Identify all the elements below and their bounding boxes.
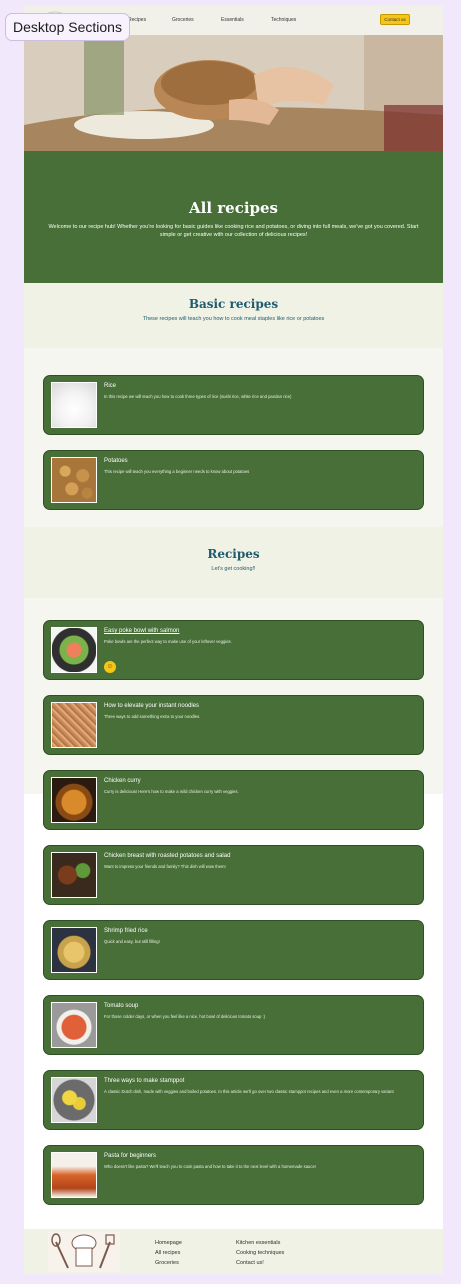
hero-image [24,35,443,151]
frame-label: Desktop Sections [5,13,130,41]
recipes-subtitle: Let's get cooking!! [211,566,256,572]
favorite-icon[interactable]: ☺ [104,661,116,673]
rice-image [51,382,97,428]
recipe-card-stamppot[interactable]: Three ways to make stamppot A classic Du… [43,1070,424,1130]
card-title: Pasta for beginners [104,1153,157,1159]
pasta-image [51,1152,97,1198]
recipe-card-potatoes[interactable]: Potatoes This recipe will teach you ever… [43,450,424,510]
recipe-card-poke-bowl[interactable]: Easy poke bowl with salmon Poke bowls ar… [43,620,424,680]
footer-link-homepage[interactable]: Homepage [155,1238,182,1248]
nav-link-techniques[interactable]: Techniques [271,17,296,23]
footer-link-kitchen-essentials[interactable]: Kitchen essentials [236,1238,284,1248]
footer-link-contact[interactable]: Contact us! [236,1258,284,1268]
card-title: How to elevate your instant noodles [104,703,200,709]
curry-image [51,777,97,823]
nav-link-groceries[interactable]: Groceries [172,17,194,23]
page-title: All recipes [188,199,278,217]
footer-link-all-recipes[interactable]: All recipes [155,1248,182,1258]
potatoes-image [51,457,97,503]
recipe-card-shrimp-fried-rice[interactable]: Shrimp fried rice Quick and easy, but st… [43,920,424,980]
footer-link-cooking-techniques[interactable]: Cooking techniques [236,1248,284,1258]
card-description: This recipe will teach you everything a … [104,469,250,474]
nav-link-recipes[interactable]: Recipes [128,17,146,23]
intro-text: Welcome to our recipe hub! Whether you'r… [48,224,419,238]
tomato-soup-image [51,1002,97,1048]
page: Recipes Groceries Essentials Techniques … [24,6,443,1274]
footer-link-groceries[interactable]: Groceries [155,1258,182,1268]
card-description: Poke bowls are the perfect way to make u… [104,639,232,644]
recipe-card-tomato-soup[interactable]: Tomato soup For those colder days, or wh… [43,995,424,1055]
noodles-image [51,702,97,748]
card-description: For those colder days, or when you feel … [104,1014,266,1019]
basic-recipes-header: Basic recipes These recipes will teach y… [24,283,443,348]
recipe-card-chicken-curry[interactable]: Chicken curry Curry is delicious! Here's… [43,770,424,830]
card-description: Want to impress your friends and family?… [104,864,226,869]
recipe-card-rice[interactable]: Rice In this recipe we will teach you ho… [43,375,424,435]
basic-recipes-subtitle: These recipes will teach you how to cook… [142,316,325,322]
intro-section: All recipes Welcome to our recipe hub! W… [24,151,443,283]
card-description: Curry is delicious! Here's how to make a… [104,789,239,794]
footer: Homepage All recipes Groceries Kitchen e… [24,1229,443,1274]
card-title: Three ways to make stamppot [104,1078,185,1084]
card-title: Chicken curry [104,778,141,784]
card-title: Easy poke bowl with salmon [104,628,180,634]
basic-recipes-title: Basic recipes [188,297,279,311]
card-title: Chicken breast with roasted potatoes and… [104,853,231,859]
footer-links-col-1: Homepage All recipes Groceries [155,1238,182,1268]
fried-rice-image [51,927,97,973]
recipe-card-pasta[interactable]: Pasta for beginners Who doesn't like pas… [43,1145,424,1205]
stamppot-image [51,1077,97,1123]
footer-links-col-2: Kitchen essentials Cooking techniques Co… [236,1238,284,1268]
contact-button[interactable]: Contact us [380,14,410,25]
card-title: Shrimp fried rice [104,928,148,934]
card-description: Who doesn't like pasta? We'll teach you … [104,1164,316,1169]
chicken-breast-image [51,852,97,898]
recipes-title: Recipes [207,547,260,561]
card-description: A classic Dutch dish, made with veggies … [104,1089,394,1094]
card-title: Tomato soup [104,1003,139,1009]
recipe-card-instant-noodles[interactable]: How to elevate your instant noodles Thre… [43,695,424,755]
nav-link-essentials[interactable]: Essentials [221,17,244,23]
card-title: Rice [104,383,117,389]
recipes-header: Recipes Let's get cooking!! [24,527,443,598]
card-description: In this recipe we will teach you how to … [104,394,292,399]
poke-bowl-image [51,627,97,673]
kitchen-utensils-illustration [48,1232,120,1272]
card-title: Potatoes [104,458,128,464]
recipe-card-chicken-breast[interactable]: Chicken breast with roasted potatoes and… [43,845,424,905]
card-description: Three ways to add something extra to you… [104,714,201,719]
card-description: Quick and easy, but still filling! [104,939,160,944]
